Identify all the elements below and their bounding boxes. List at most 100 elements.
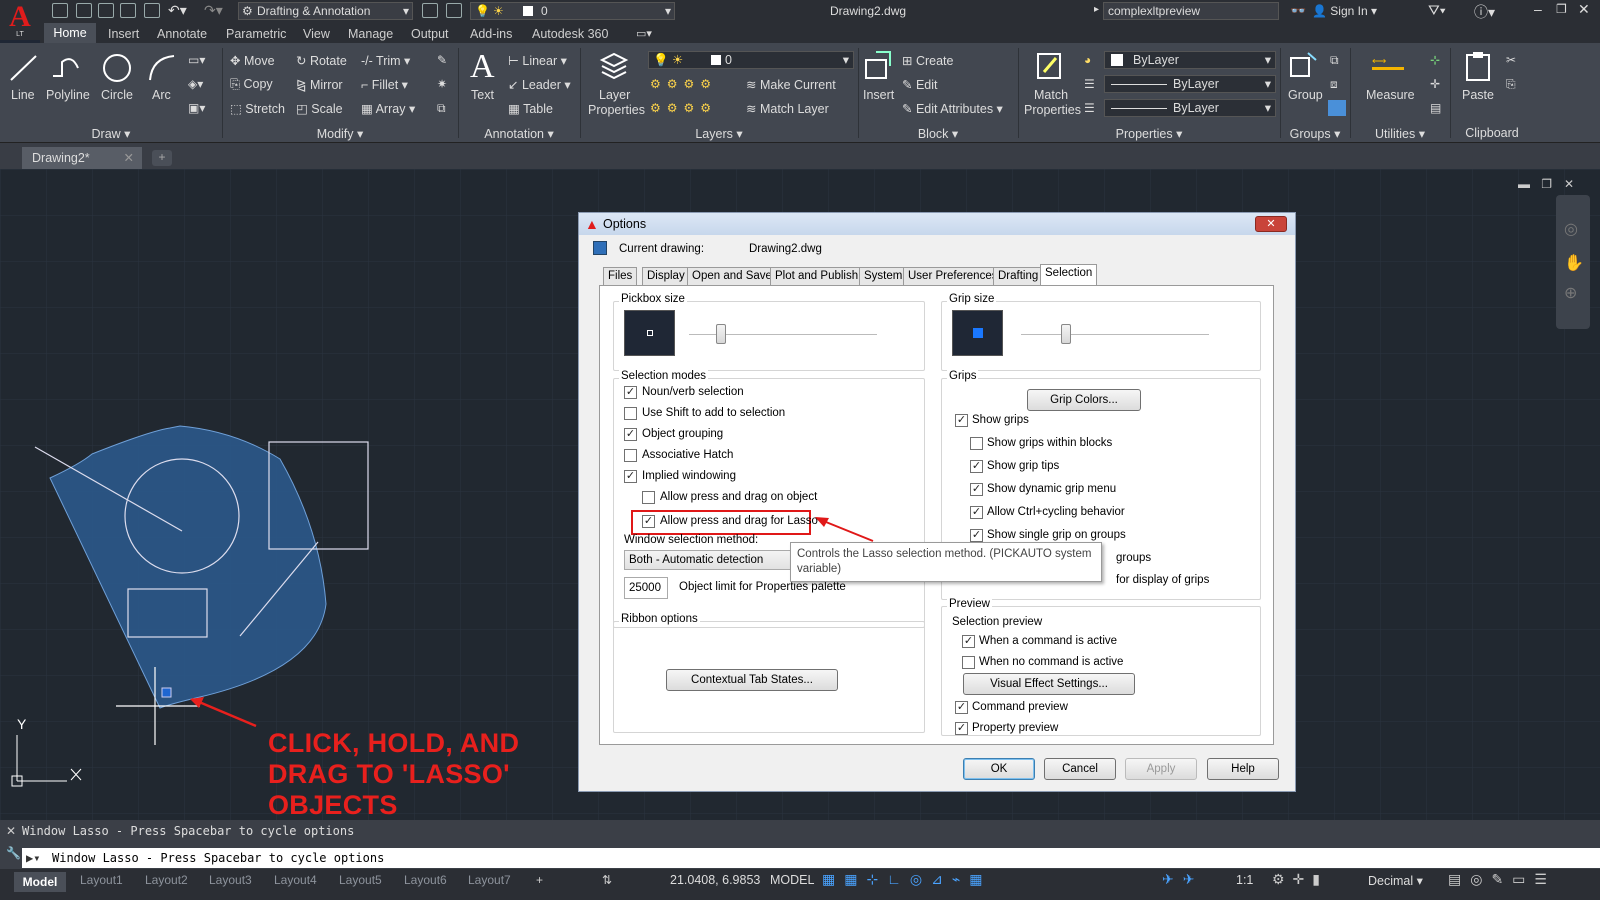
plot-icon[interactable] xyxy=(144,3,160,18)
panel-groups[interactable]: Groups ▾ xyxy=(1280,126,1350,142)
color-dropdown[interactable]: ByLayer ▾ xyxy=(1104,51,1276,69)
mirror-button[interactable]: ⧎ Mirror xyxy=(296,77,343,92)
polyline-button[interactable]: Polyline xyxy=(46,88,90,102)
tab-insert[interactable]: Insert xyxy=(108,27,139,41)
annotation-scale[interactable]: 1:1 xyxy=(1236,873,1253,887)
edit-attributes-button[interactable]: ✎ Edit Attributes ▾ xyxy=(902,101,1003,116)
layer-states-icon[interactable] xyxy=(446,3,462,18)
line-button[interactable]: Line xyxy=(11,88,35,102)
viewport-restore-icon[interactable]: ❐ xyxy=(1541,177,1552,191)
make-current-button[interactable]: ≋ Make Current xyxy=(746,77,836,92)
region-icon[interactable]: ▣▾ xyxy=(188,101,205,115)
maximize-icon[interactable]: ❐ xyxy=(1556,2,1567,16)
open-icon[interactable] xyxy=(76,3,92,18)
panel-layers[interactable]: Layers ▾ xyxy=(580,126,858,142)
tab-layout5[interactable]: Layout5 xyxy=(339,873,382,887)
linetype-icon[interactable]: ☰ xyxy=(1084,77,1095,91)
ungroup-icon[interactable]: ⧉ xyxy=(1330,53,1339,68)
tab-model[interactable]: Model xyxy=(14,872,66,892)
group-edit-icon[interactable]: ⧈ xyxy=(1330,77,1338,92)
new-tab-icon[interactable]: + xyxy=(152,150,172,166)
polyline-icon[interactable] xyxy=(50,52,82,84)
dialog-close-button[interactable]: ✕ xyxy=(1255,216,1287,232)
coordinates-display[interactable]: 21.0408, 6.9853 xyxy=(670,873,760,887)
panel-clipboard[interactable]: Clipboard xyxy=(1450,126,1534,142)
binoculars-icon[interactable]: 👓 xyxy=(1290,3,1306,19)
workspace-toggle-icons[interactable]: ⚙✛▮ xyxy=(1272,871,1328,888)
tab-layout4[interactable]: Layout4 xyxy=(274,873,317,887)
viewport-minimize-icon[interactable]: ▬ xyxy=(1518,177,1530,191)
redo-icon[interactable]: ↷▾ xyxy=(204,2,223,19)
dynamic-grip-menu-checkbox[interactable]: ✓ xyxy=(970,483,983,496)
text-icon[interactable]: A xyxy=(470,48,495,86)
save-as-icon[interactable] xyxy=(120,3,136,18)
measure-icon[interactable]: ⟷ xyxy=(1372,56,1404,70)
tab-system[interactable]: System xyxy=(859,267,908,285)
measure-button[interactable]: Measure xyxy=(1366,88,1415,102)
tab-open-and-save[interactable]: Open and Save xyxy=(687,267,777,285)
command-preview-checkbox[interactable]: ✓ xyxy=(955,701,968,714)
quick-select-icon[interactable]: ⊹ xyxy=(1430,53,1440,67)
grips-in-blocks-checkbox[interactable] xyxy=(970,437,983,450)
pickbox-slider[interactable] xyxy=(716,324,726,344)
tab-annotate[interactable]: Annotate xyxy=(157,27,207,41)
layer-quick-dropdown[interactable]: 💡 ☀ 0 ▾ xyxy=(470,2,675,20)
match-properties-button[interactable]: Match xyxy=(1034,88,1068,102)
tab-layout3[interactable]: Layout3 xyxy=(209,873,252,887)
insert-button[interactable]: Insert xyxy=(863,88,894,102)
hatch-icon[interactable]: ◈▾ xyxy=(188,77,203,91)
linear-button[interactable]: ⊢ Linear ▾ xyxy=(508,53,567,68)
tab-files[interactable]: Files xyxy=(603,267,638,285)
drafting-toggle-icons[interactable]: ▦▦⊹∟◎⊿⌁▦ xyxy=(822,871,992,888)
property-preview-checkbox[interactable]: ✓ xyxy=(955,722,968,735)
group-selection-toggle-icon[interactable] xyxy=(1328,100,1346,116)
group-button[interactable]: Group xyxy=(1288,88,1323,102)
dialog-title-bar[interactable]: ▲ Options xyxy=(579,213,1295,235)
tab-user-preferences[interactable]: User Preferences xyxy=(903,267,1003,285)
expand-icon[interactable]: ▸ xyxy=(1094,4,1099,15)
cut-icon[interactable]: ✂ xyxy=(1506,53,1516,67)
panel-draw[interactable]: Draw ▾ xyxy=(0,126,222,142)
search-input[interactable]: complexltpreview xyxy=(1103,2,1279,20)
grip-colors-button[interactable]: Grip Colors... xyxy=(1027,389,1141,411)
help-button[interactable]: Help xyxy=(1207,758,1279,780)
offset-icon[interactable]: ⧉ xyxy=(437,101,446,116)
noun-verb-checkbox[interactable]: ✓ xyxy=(624,386,637,399)
model-space-button[interactable]: MODEL xyxy=(770,873,814,887)
document-tab[interactable]: Drawing2* ✕ xyxy=(22,147,142,169)
edit-block-button[interactable]: ✎ Edit xyxy=(902,77,938,92)
circle-icon[interactable] xyxy=(101,52,133,84)
grip-size-slider[interactable] xyxy=(1061,324,1071,344)
tab-home[interactable]: Home xyxy=(44,23,96,43)
grip-tips-checkbox[interactable]: ✓ xyxy=(970,460,983,473)
tab-layout1[interactable]: Layout1 xyxy=(80,873,123,887)
array-button[interactable]: ▦ Array ▾ xyxy=(361,101,415,116)
command-active-checkbox[interactable]: ✓ xyxy=(962,635,975,648)
single-grip-groups-checkbox[interactable]: ✓ xyxy=(970,529,983,542)
no-command-active-checkbox[interactable] xyxy=(962,656,975,669)
tab-layout2[interactable]: Layout2 xyxy=(145,873,188,887)
help-icon[interactable]: ⓘ▾ xyxy=(1474,2,1495,22)
rectangle-icon[interactable]: ▭▾ xyxy=(188,53,205,67)
customize-wrench-icon[interactable]: 🔧 xyxy=(6,846,21,860)
application-menu-button[interactable]: A LT xyxy=(0,0,40,40)
layer-properties-icon[interactable] xyxy=(598,50,630,82)
save-icon[interactable] xyxy=(98,3,114,18)
linetype-dropdown[interactable]: ByLayer ▾ xyxy=(1104,75,1276,93)
add-layout-icon[interactable]: + xyxy=(536,873,543,887)
fillet-button[interactable]: ⌐ Fillet ▾ xyxy=(361,77,408,92)
exchange-icon[interactable]: ⛛▾ xyxy=(1428,2,1446,19)
tab-output[interactable]: Output xyxy=(411,27,449,41)
trim-button[interactable]: -/- Trim ▾ xyxy=(361,53,410,68)
copy-button[interactable]: ⎘ Copy xyxy=(230,77,273,92)
steering-wheel-icon[interactable]: ◎ xyxy=(1564,219,1578,239)
insert-block-icon[interactable] xyxy=(862,50,894,82)
implied-windowing-checkbox[interactable]: ✓ xyxy=(624,470,637,483)
pan-icon[interactable]: ✋ xyxy=(1564,253,1584,273)
layer-tools-row2-icons[interactable]: ⚙⚙⚙⚙ xyxy=(650,101,717,115)
status-tray-icons[interactable]: ▤◎✎▭☰ xyxy=(1448,871,1556,888)
status-menu-icon[interactable]: ⇅ xyxy=(602,873,612,887)
match-properties-icon[interactable] xyxy=(1034,50,1066,82)
panel-utilities[interactable]: Utilities ▾ xyxy=(1350,126,1450,142)
tab-display[interactable]: Display xyxy=(642,267,690,285)
